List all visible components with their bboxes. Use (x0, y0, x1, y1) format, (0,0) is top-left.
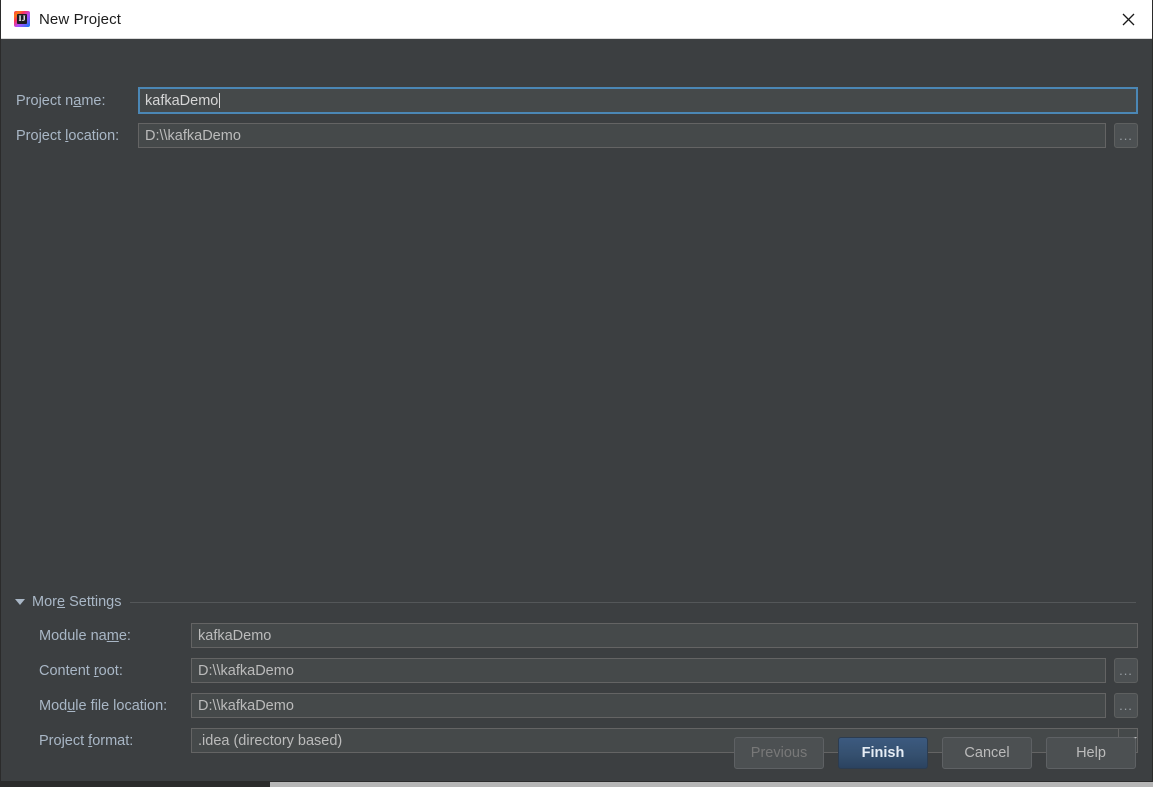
help-button[interactable]: Help (1046, 737, 1136, 769)
project-location-input[interactable]: D:\\kafkaDemo (138, 123, 1106, 148)
close-icon[interactable] (1105, 0, 1152, 38)
new-project-dialog: IJ New Project Project name: kafkaDemo P… (0, 0, 1153, 782)
project-name-value: kafkaDemo (145, 92, 219, 109)
module-file-location-label: Module file location: (39, 697, 168, 714)
more-settings-header: More Settings (15, 594, 1136, 610)
module-file-location-value: D:\\kafkaDemo (198, 697, 294, 714)
content-root-value: D:\\kafkaDemo (198, 662, 294, 679)
project-format-label: Project format: (39, 732, 134, 749)
project-location-label: Project location: (16, 127, 120, 144)
dialog-footer: Previous Finish Cancel Help (734, 737, 1136, 769)
content-root-input[interactable]: D:\\kafkaDemo (191, 658, 1106, 683)
background-bottom-strip (270, 782, 1153, 787)
module-file-location-browse-button[interactable]: ... (1114, 693, 1138, 718)
intellij-idea-icon: IJ (14, 11, 30, 27)
project-location-browse-button[interactable]: ... (1114, 123, 1138, 148)
module-file-location-row: Module file location: D:\\kafkaDemo ... (39, 693, 1138, 718)
text-caret (219, 93, 221, 108)
dialog-title: New Project (39, 10, 121, 28)
content-root-row: Content root: D:\\kafkaDemo ... (39, 658, 1138, 683)
module-file-location-input[interactable]: D:\\kafkaDemo (191, 693, 1106, 718)
module-name-input[interactable]: kafkaDemo (191, 623, 1138, 648)
finish-button[interactable]: Finish (838, 737, 928, 769)
project-location-value: D:\\kafkaDemo (145, 127, 241, 144)
project-location-row: Project location: D:\\kafkaDemo ... (16, 123, 1138, 148)
more-settings-separator (130, 601, 1136, 603)
dialog-titlebar: IJ New Project (1, 0, 1152, 39)
project-name-label: Project name: (16, 92, 106, 109)
previous-button[interactable]: Previous (734, 737, 824, 769)
more-settings-label: More Settings (32, 594, 122, 610)
content-root-browse-button[interactable]: ... (1114, 658, 1138, 683)
project-name-row: Project name: kafkaDemo (16, 87, 1138, 114)
module-name-label: Module name: (39, 627, 131, 644)
content-root-label: Content root: (39, 662, 123, 679)
ellipsis-icon: ... (1119, 127, 1133, 143)
ellipsis-icon: ... (1119, 697, 1133, 713)
module-name-row: Module name: kafkaDemo (39, 623, 1138, 648)
ellipsis-icon: ... (1119, 662, 1133, 678)
dialog-body: Project name: kafkaDemo Project location… (1, 39, 1152, 781)
project-name-input[interactable]: kafkaDemo (138, 87, 1138, 114)
cancel-button[interactable]: Cancel (942, 737, 1032, 769)
module-name-value: kafkaDemo (198, 627, 272, 644)
more-settings-toggle[interactable]: More Settings (15, 594, 121, 610)
triangle-down-icon (15, 599, 25, 605)
